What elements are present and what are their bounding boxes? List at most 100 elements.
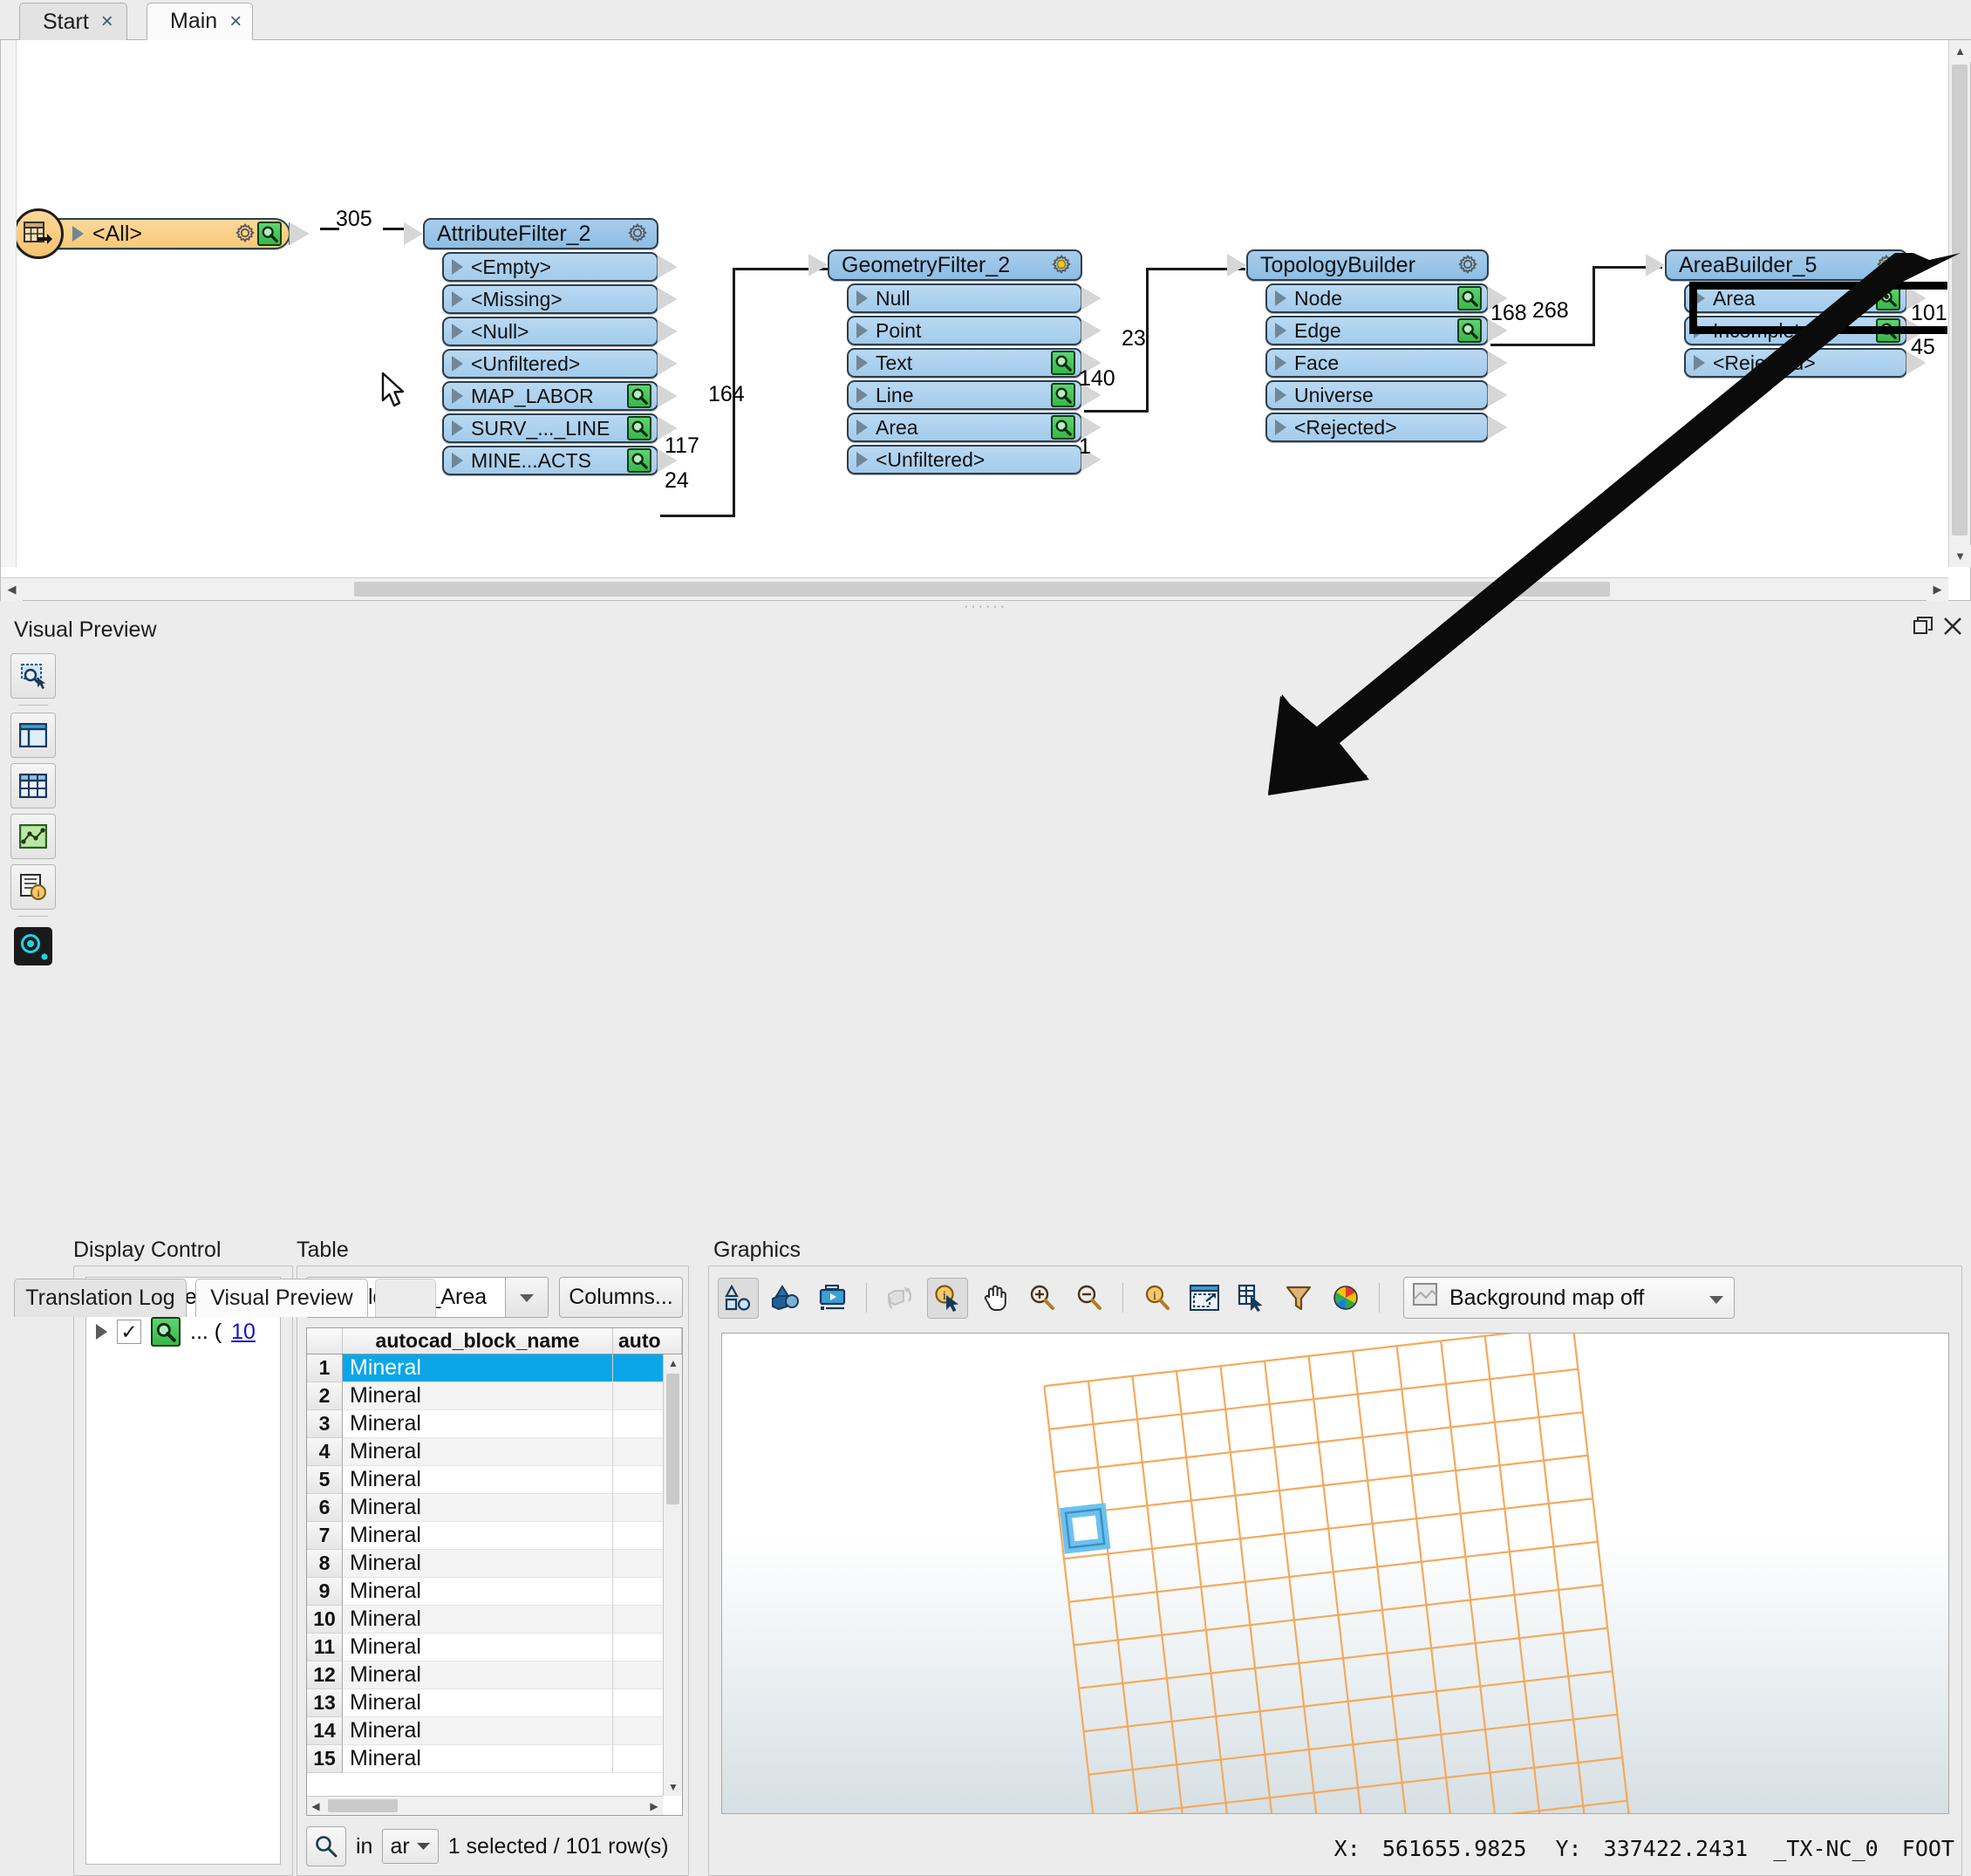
table-row-number[interactable]: 14 xyxy=(307,1717,343,1745)
canvas-horizontal-scrollbar[interactable]: ◀ ▶ xyxy=(1,577,1948,601)
table-cell-block-name[interactable]: Mineral xyxy=(343,1634,613,1661)
restore-icon[interactable] xyxy=(1913,617,1933,642)
table-row[interactable]: 14 Mineral xyxy=(307,1717,682,1745)
port-face[interactable]: Face xyxy=(1265,348,1507,378)
port-empty[interactable]: <Empty> xyxy=(442,252,677,282)
graphics-view-icon[interactable] xyxy=(10,814,56,859)
tab-translation-log[interactable]: Translation Log xyxy=(14,1279,187,1317)
expand-triangle-icon[interactable] xyxy=(856,355,868,371)
table-row-number[interactable]: 15 xyxy=(307,1745,343,1773)
port-unfiltered[interactable]: <Unfiltered> xyxy=(442,349,677,379)
attribute-table[interactable]: autocad_block_name auto 1 Mineral 2 Mineral… xyxy=(306,1327,683,1816)
table-cell-block-name[interactable]: Mineral xyxy=(343,1661,613,1689)
table-cell-block-name[interactable]: Mineral xyxy=(343,1550,613,1578)
magnifier-green-icon[interactable] xyxy=(1051,415,1075,440)
input-port-arrow[interactable] xyxy=(1646,254,1665,276)
magnifier-green-icon[interactable] xyxy=(1457,318,1482,343)
table-row[interactable]: 9 Mineral xyxy=(307,1578,682,1606)
table-header-autocad-block-name[interactable]: autocad_block_name xyxy=(343,1328,613,1354)
table-cell-block-name[interactable]: Mineral xyxy=(343,1466,613,1494)
expand-triangle-icon[interactable] xyxy=(72,226,84,242)
magnifier-green-icon[interactable] xyxy=(257,222,282,246)
table-row[interactable]: 7 Mineral xyxy=(307,1522,682,1550)
port-universe[interactable]: Universe xyxy=(1265,380,1507,410)
expand-triangle-icon[interactable] xyxy=(1275,323,1286,338)
table-row[interactable]: 10 Mineral xyxy=(307,1606,682,1634)
table-cell-block-name[interactable]: Mineral xyxy=(343,1438,613,1466)
scroll-down-arrow[interactable]: ▼ xyxy=(664,1778,682,1796)
gear-icon-active[interactable] xyxy=(1049,253,1074,277)
scroll-thumb[interactable] xyxy=(1952,65,1968,536)
expand-triangle-icon[interactable] xyxy=(452,453,463,468)
port-surv-line[interactable]: SURV_..._LINE xyxy=(442,413,677,443)
port-null[interactable]: <Null> xyxy=(442,317,677,346)
expand-triangle-icon[interactable] xyxy=(856,323,868,338)
node-geometryfilter-2[interactable]: GeometryFilter_2 Null Point Text Line Ar… xyxy=(808,249,1101,474)
scroll-down-arrow[interactable]: ▼ xyxy=(1949,545,1971,567)
table-cell-block-name[interactable]: Mineral xyxy=(343,1606,613,1634)
table-row-number[interactable]: 4 xyxy=(307,1438,343,1466)
table-header-autocad-2[interactable]: auto xyxy=(613,1328,682,1354)
table-row[interactable]: 2 Mineral xyxy=(307,1382,682,1410)
table-row[interactable]: 3 Mineral xyxy=(307,1410,682,1438)
tab-visual-preview[interactable]: Visual Preview xyxy=(195,1279,368,1317)
info-view-icon[interactable]: i xyxy=(10,864,56,910)
scroll-up-arrow[interactable]: ▲ xyxy=(1949,40,1971,62)
output-port-arrow[interactable] xyxy=(1488,351,1507,374)
output-port-arrow[interactable] xyxy=(1081,287,1101,310)
expand-triangle-icon[interactable] xyxy=(452,356,463,372)
scroll-right-arrow[interactable]: ▶ xyxy=(1927,578,1948,601)
expand-triangle-icon[interactable] xyxy=(452,291,463,307)
table-row[interactable]: 11 Mineral xyxy=(307,1634,682,1661)
table-row-number[interactable]: 10 xyxy=(307,1606,343,1634)
port-rejected[interactable]: <Rejected> xyxy=(1265,413,1507,442)
workspace-tab-start[interactable]: Start × xyxy=(19,3,127,40)
table-row-number[interactable]: 6 xyxy=(307,1494,343,1522)
expand-triangle-icon[interactable] xyxy=(1275,355,1286,371)
output-port-arrow[interactable] xyxy=(658,256,677,278)
table-cell-block-name[interactable]: Mineral xyxy=(343,1382,613,1410)
port-missing[interactable]: <Missing> xyxy=(442,284,677,314)
checkbox[interactable]: ✓ xyxy=(117,1320,141,1344)
port-line[interactable]: Line xyxy=(847,380,1101,410)
expand-triangle-icon[interactable] xyxy=(1275,387,1286,403)
node-attributefilter-2[interactable]: AttributeFilter_2 <Empty> <Missing> <Nul… xyxy=(404,218,677,475)
scroll-left-arrow[interactable]: ◀ xyxy=(307,1797,324,1815)
table-row-number[interactable]: 3 xyxy=(307,1410,343,1438)
gear-icon[interactable] xyxy=(1456,253,1480,277)
table-cell-block-name[interactable]: Mineral xyxy=(343,1522,613,1550)
port-unfiltered[interactable]: <Unfiltered> xyxy=(847,445,1101,474)
table-row-number[interactable]: 8 xyxy=(307,1550,343,1578)
table-row-number[interactable]: 2 xyxy=(307,1382,343,1410)
port-text[interactable]: Text xyxy=(847,348,1101,378)
table-row[interactable]: 15 Mineral xyxy=(307,1745,682,1773)
output-port-arrow[interactable] xyxy=(658,320,677,343)
table-row-number[interactable]: 5 xyxy=(307,1466,343,1494)
select-zoom-icon[interactable] xyxy=(10,653,56,699)
expand-triangle-icon[interactable] xyxy=(452,259,463,275)
expand-triangle-icon[interactable] xyxy=(452,420,463,436)
port-edge[interactable]: Edge xyxy=(1265,316,1507,345)
panel-resize-grip[interactable]: ······ xyxy=(0,599,1971,614)
magnifier-green-icon[interactable] xyxy=(1457,286,1482,310)
port-area[interactable]: Area xyxy=(847,413,1101,442)
table-row-number[interactable]: 13 xyxy=(307,1689,343,1717)
table-cell-block-name[interactable]: Mineral xyxy=(343,1689,613,1717)
input-port-arrow[interactable] xyxy=(808,254,828,276)
tab-overflow[interactable] xyxy=(375,1279,436,1317)
graphics-canvas[interactable] xyxy=(721,1333,1949,1814)
input-port-arrow[interactable] xyxy=(404,222,423,245)
table-vertical-scrollbar[interactable]: ▲ ▼ xyxy=(663,1354,682,1796)
gear-icon[interactable] xyxy=(625,222,650,246)
table-view-icon[interactable] xyxy=(10,763,56,808)
port-node[interactable]: Node xyxy=(1265,283,1507,313)
scroll-up-arrow[interactable]: ▲ xyxy=(664,1354,682,1372)
output-port-arrow[interactable] xyxy=(1488,416,1507,439)
scroll-thumb[interactable] xyxy=(666,1374,679,1504)
expand-triangle-icon[interactable] xyxy=(856,387,868,403)
gear-icon[interactable] xyxy=(233,222,257,246)
table-cell-block-name[interactable]: Mineral xyxy=(343,1410,613,1438)
search-icon[interactable] xyxy=(306,1826,346,1866)
output-port-arrow[interactable] xyxy=(290,222,309,245)
table-row-number[interactable]: 7 xyxy=(307,1522,343,1550)
